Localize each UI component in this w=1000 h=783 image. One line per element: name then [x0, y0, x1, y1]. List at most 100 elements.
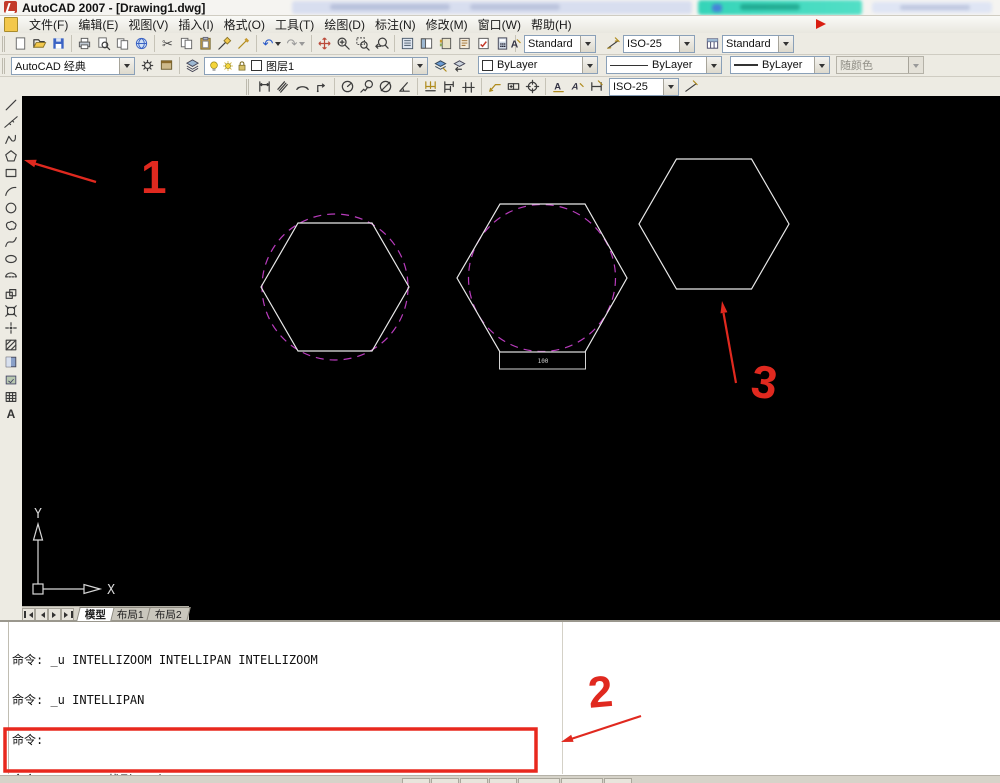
menu-dimension[interactable]: 标注(N) — [370, 16, 421, 33]
publish-icon[interactable] — [113, 34, 132, 53]
combo-arrow-icon[interactable] — [814, 57, 829, 73]
toolbar-grip[interactable] — [2, 36, 8, 52]
cut-icon[interactable]: ✂ — [158, 34, 177, 53]
dim-ordinate-icon[interactable] — [312, 77, 331, 96]
save-workspace-icon[interactable] — [157, 56, 176, 75]
command-pane-divider[interactable] — [562, 622, 563, 774]
text-style-icon[interactable]: A — [505, 34, 524, 53]
line-tool-icon[interactable] — [1, 96, 21, 113]
spline-tool-icon[interactable] — [1, 234, 21, 251]
zoom-previous-icon[interactable] — [372, 34, 391, 53]
copy-icon[interactable] — [177, 34, 196, 53]
xline-tool-icon[interactable] — [1, 113, 21, 130]
status-toggle-button[interactable] — [561, 778, 603, 783]
quick-leader-icon[interactable] — [485, 77, 504, 96]
menu-draw[interactable]: 绘图(D) — [319, 16, 370, 33]
undo-flyout-arrow[interactable] — [275, 42, 281, 49]
layer-on-bulb-icon[interactable] — [208, 60, 220, 72]
dim-style-icon[interactable] — [604, 34, 623, 53]
markup-set-manager-icon[interactable] — [474, 34, 493, 53]
layer-color-swatch[interactable] — [251, 60, 262, 71]
menu-insert[interactable]: 插入(I) — [173, 16, 218, 33]
text-style-combo[interactable]: Standard — [524, 35, 596, 53]
command-line-window[interactable]: 命令: _u INTELLIZOOM INTELLIPAN INTELLIZOO… — [0, 620, 1000, 775]
rectangle-tool-icon[interactable] — [1, 165, 21, 182]
dim-continue-icon[interactable] — [459, 77, 478, 96]
dim-angular-icon[interactable] — [395, 77, 414, 96]
polygon-tool-icon[interactable] — [1, 148, 21, 165]
redo-flyout-arrow[interactable] — [299, 42, 305, 49]
dim-update-icon[interactable] — [587, 77, 606, 96]
dim-arclength-icon[interactable] — [293, 77, 312, 96]
dim-diameter-icon[interactable] — [376, 77, 395, 96]
pan-realtime-icon[interactable] — [315, 34, 334, 53]
designcenter-icon[interactable] — [417, 34, 436, 53]
dim-baseline-icon[interactable] — [440, 77, 459, 96]
tool-palettes-icon[interactable] — [436, 34, 455, 53]
revcloud-tool-icon[interactable] — [1, 216, 21, 233]
status-toggle-button[interactable] — [604, 778, 632, 783]
layer-properties-manager-icon[interactable] — [183, 56, 202, 75]
linetype-combo[interactable]: ByLayer — [606, 56, 722, 74]
arc-tool-icon[interactable] — [1, 182, 21, 199]
layer-previous-icon[interactable] — [450, 56, 469, 75]
tolerance-icon[interactable] — [504, 77, 523, 96]
make-layer-current-icon[interactable] — [431, 56, 450, 75]
dim-radius-icon[interactable] — [338, 77, 357, 96]
menu-edit[interactable]: 编辑(E) — [73, 16, 123, 33]
plot-preview-icon[interactable] — [94, 34, 113, 53]
color-combo[interactable]: ByLayer — [478, 56, 598, 74]
menu-window[interactable]: 窗口(W) — [473, 16, 526, 33]
layer-combo[interactable]: 图层1 — [204, 57, 428, 75]
redo-icon[interactable]: ↷ — [284, 34, 308, 53]
toolbar-grip[interactable] — [2, 58, 8, 74]
center-mark-icon[interactable] — [523, 77, 542, 96]
workspace-settings-icon[interactable] — [138, 56, 157, 75]
tab-model[interactable]: 模型 — [76, 607, 114, 621]
status-toggle-button[interactable] — [489, 778, 517, 783]
table-style-combo[interactable]: Standard — [722, 35, 794, 53]
toolbar-grip[interactable] — [246, 79, 252, 95]
dim-style-tool-icon[interactable] — [682, 77, 701, 96]
table-tool-icon[interactable] — [1, 388, 21, 405]
layer-lock-icon[interactable] — [236, 60, 248, 72]
region-tool-icon[interactable] — [1, 371, 21, 388]
drawing-canvas[interactable] — [22, 96, 1000, 620]
layer-freeze-sun-icon[interactable] — [222, 60, 234, 72]
gradient-tool-icon[interactable] — [1, 354, 21, 371]
block-editor-icon[interactable] — [234, 34, 253, 53]
status-toggle-button[interactable] — [518, 778, 560, 783]
undo-icon[interactable]: ↶ — [260, 34, 284, 53]
combo-arrow-icon[interactable] — [679, 36, 694, 52]
menu-file[interactable]: 文件(F) — [24, 16, 73, 33]
point-tool-icon[interactable] — [1, 319, 21, 336]
open-file-icon[interactable] — [30, 34, 49, 53]
combo-arrow-icon[interactable] — [580, 36, 595, 52]
menu-modify[interactable]: 修改(M) — [421, 16, 473, 33]
hatch-tool-icon[interactable] — [1, 337, 21, 354]
mtext-tool-icon[interactable]: A — [1, 405, 21, 422]
status-toggle-button[interactable] — [402, 778, 430, 783]
save-icon[interactable] — [49, 34, 68, 53]
quick-dimension-icon[interactable] — [421, 77, 440, 96]
combo-arrow-icon[interactable] — [663, 79, 678, 95]
combo-arrow-icon[interactable] — [119, 58, 134, 74]
ellipse-arc-tool-icon[interactable] — [1, 268, 21, 285]
dim-edit-icon[interactable]: A — [549, 77, 568, 96]
status-toggle-button[interactable] — [460, 778, 488, 783]
properties-palette-icon[interactable] — [398, 34, 417, 53]
dim-linear-icon[interactable] — [255, 77, 274, 96]
make-block-tool-icon[interactable] — [1, 302, 21, 319]
lineweight-combo[interactable]: ByLayer — [730, 56, 830, 74]
combo-arrow-icon[interactable] — [778, 36, 793, 52]
menu-format[interactable]: 格式(O) — [219, 16, 270, 33]
circle-tool-icon[interactable] — [1, 199, 21, 216]
dim-jogged-icon[interactable] — [357, 77, 376, 96]
menu-tools[interactable]: 工具(T) — [270, 16, 319, 33]
dim-aligned-icon[interactable] — [274, 77, 293, 96]
dim-style-combo[interactable]: ISO-25 — [623, 35, 695, 53]
match-properties-icon[interactable] — [215, 34, 234, 53]
workspace-combo[interactable]: AutoCAD 经典 — [11, 57, 135, 75]
dim-text-edit-icon[interactable]: A — [568, 77, 587, 96]
plot-icon[interactable] — [75, 34, 94, 53]
